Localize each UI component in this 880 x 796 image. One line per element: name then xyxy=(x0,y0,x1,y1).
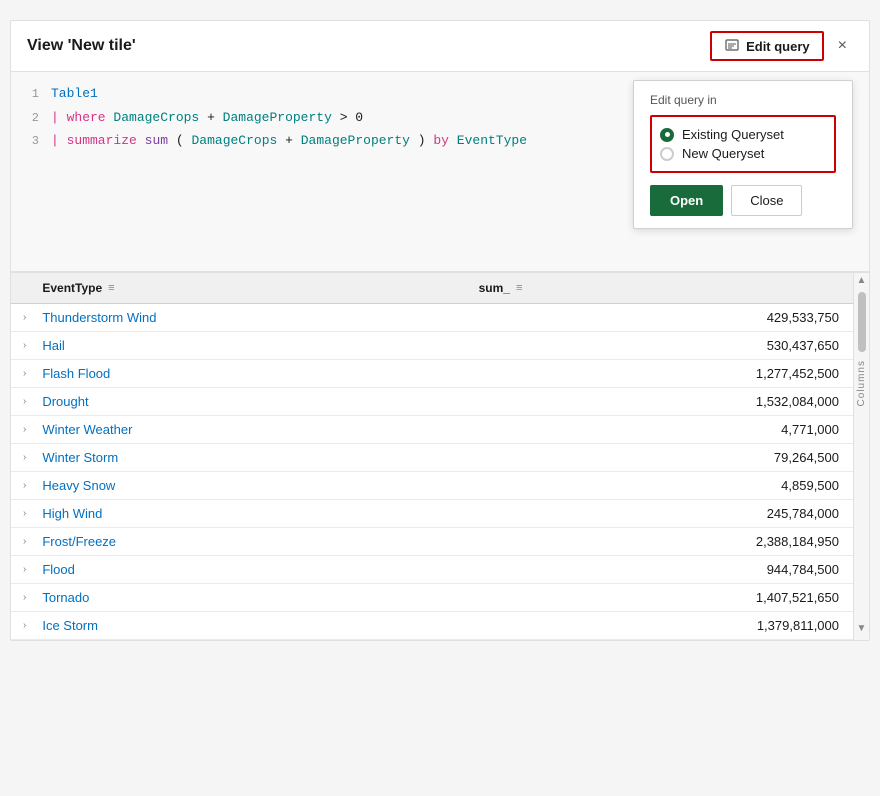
side-scrollbar: ▲ Columns ▼ xyxy=(853,273,869,640)
popup-close-button[interactable]: Close xyxy=(731,185,802,216)
table-row: › Winter Storm 79,264,500 xyxy=(11,444,869,472)
cell-event-7: High Wind xyxy=(32,500,468,528)
cell-event-10: Tornado xyxy=(32,584,468,612)
table-row: › Tornado 1,407,521,650 xyxy=(11,584,869,612)
cell-sum-5: 79,264,500 xyxy=(469,444,869,472)
popup-buttons: Open Close xyxy=(650,185,836,216)
header-actions: Edit query × xyxy=(710,31,853,61)
scroll-up-arrow[interactable]: ▲ xyxy=(855,273,869,288)
row-expand-0[interactable]: › xyxy=(11,304,32,332)
open-button[interactable]: Open xyxy=(650,185,723,216)
cell-event-1: Hail xyxy=(32,332,468,360)
cell-sum-10: 1,407,521,650 xyxy=(469,584,869,612)
cell-event-8: Frost/Freeze xyxy=(32,528,468,556)
scroll-thumb[interactable] xyxy=(858,292,866,352)
cell-sum-8: 2,388,184,950 xyxy=(469,528,869,556)
cell-sum-6: 4,859,500 xyxy=(469,472,869,500)
cell-event-0: Thunderstorm Wind xyxy=(32,304,468,332)
cell-sum-11: 1,379,811,000 xyxy=(469,612,869,640)
radio-existing-label: Existing Queryset xyxy=(682,127,784,142)
table-row: › Flash Flood 1,277,452,500 xyxy=(11,360,869,388)
table-row: › High Wind 245,784,000 xyxy=(11,500,869,528)
radio-new-indicator xyxy=(660,147,674,161)
code-section: 1 Table1 2 | where DamageCrops + DamageP… xyxy=(11,72,869,272)
edit-query-button[interactable]: Edit query xyxy=(710,31,824,61)
radio-existing-queryset[interactable]: Existing Queryset xyxy=(660,127,826,142)
data-table: EventType ≡ sum_ ≡ xyxy=(11,273,869,640)
cell-sum-3: 1,532,084,000 xyxy=(469,388,869,416)
popup-label: Edit query in xyxy=(650,93,836,107)
cell-event-5: Winter Storm xyxy=(32,444,468,472)
col-event-type-icon: ≡ xyxy=(108,282,114,294)
col-event-type: EventType ≡ xyxy=(32,273,468,304)
cell-sum-0: 429,533,750 xyxy=(469,304,869,332)
radio-new-queryset[interactable]: New Queryset xyxy=(660,146,826,161)
row-expand-4[interactable]: › xyxy=(11,416,32,444)
columns-label: Columns xyxy=(856,360,867,406)
cell-sum-9: 944,784,500 xyxy=(469,556,869,584)
cell-sum-2: 1,277,452,500 xyxy=(469,360,869,388)
row-expand-2[interactable]: › xyxy=(11,360,32,388)
table-row: › Ice Storm 1,379,811,000 xyxy=(11,612,869,640)
col-sum-icon: ≡ xyxy=(516,282,522,294)
row-expand-11[interactable]: › xyxy=(11,612,32,640)
row-expand-9[interactable]: › xyxy=(11,556,32,584)
cell-sum-7: 245,784,000 xyxy=(469,500,869,528)
cell-event-3: Drought xyxy=(32,388,468,416)
radio-existing-indicator xyxy=(660,128,674,142)
cell-event-2: Flash Flood xyxy=(32,360,468,388)
table-section: EventType ≡ sum_ ≡ xyxy=(11,272,869,640)
row-expand-1[interactable]: › xyxy=(11,332,32,360)
edit-query-icon xyxy=(724,38,740,54)
cell-sum-1: 530,437,650 xyxy=(469,332,869,360)
row-expand-10[interactable]: › xyxy=(11,584,32,612)
header: View 'New tile' Edit query × xyxy=(11,21,869,72)
row-expand-7[interactable]: › xyxy=(11,500,32,528)
table-row: › Drought 1,532,084,000 xyxy=(11,388,869,416)
cell-sum-4: 4,771,000 xyxy=(469,416,869,444)
cell-event-9: Flood xyxy=(32,556,468,584)
table-row: › Frost/Freeze 2,388,184,950 xyxy=(11,528,869,556)
scroll-down-arrow[interactable]: ▼ xyxy=(855,621,869,636)
cell-event-4: Winter Weather xyxy=(32,416,468,444)
table-wrapper[interactable]: EventType ≡ sum_ ≡ xyxy=(11,273,869,640)
table-body: › Thunderstorm Wind 429,533,750 › Hail 5… xyxy=(11,304,869,640)
table-row: › Flood 944,784,500 xyxy=(11,556,869,584)
col-sum: sum_ ≡ xyxy=(469,273,869,304)
table-row: › Winter Weather 4,771,000 xyxy=(11,416,869,444)
table-header: EventType ≡ sum_ ≡ xyxy=(11,273,869,304)
popup-options-box: Existing Queryset New Queryset xyxy=(650,115,836,173)
table-row: › Thunderstorm Wind 429,533,750 xyxy=(11,304,869,332)
cell-event-6: Heavy Snow xyxy=(32,472,468,500)
row-expand-5[interactable]: › xyxy=(11,444,32,472)
page-title: View 'New tile' xyxy=(27,37,136,55)
table-row: › Hail 530,437,650 xyxy=(11,332,869,360)
main-container: View 'New tile' Edit query × 1 Table1 xyxy=(10,20,870,641)
row-expand-3[interactable]: › xyxy=(11,388,32,416)
edit-query-popup: Edit query in Existing Queryset New Quer… xyxy=(633,80,853,229)
cell-event-11: Ice Storm xyxy=(32,612,468,640)
row-expand-8[interactable]: › xyxy=(11,528,32,556)
close-button[interactable]: × xyxy=(832,35,853,57)
table-row: › Heavy Snow 4,859,500 xyxy=(11,472,869,500)
radio-new-label: New Queryset xyxy=(682,146,764,161)
row-expand-6[interactable]: › xyxy=(11,472,32,500)
